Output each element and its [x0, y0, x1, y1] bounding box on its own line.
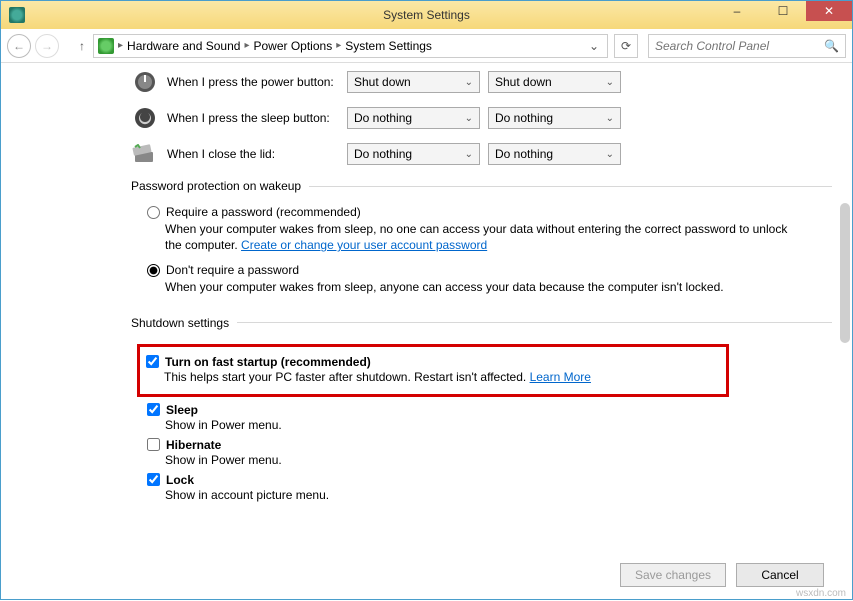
hibernate-option[interactable]: Hibernate	[147, 438, 832, 452]
chevron-down-icon: ⌄	[606, 149, 614, 160]
sleep-option[interactable]: Sleep	[147, 403, 832, 417]
maximize-button[interactable]: ☐	[760, 1, 806, 21]
navbar: ← → ↑ ▸ Hardware and Sound ▸ Power Optio…	[1, 29, 852, 63]
power-plugged-dropdown[interactable]: Shut down⌄	[488, 71, 621, 93]
control-panel-icon	[98, 38, 114, 54]
close-button[interactable]: ✕	[806, 1, 852, 21]
lock-checkbox[interactable]	[147, 473, 160, 486]
dont-require-password-option[interactable]: Don't require a password	[147, 263, 832, 277]
hibernate-desc: Show in Power menu.	[165, 453, 832, 467]
refresh-button[interactable]: ⟳	[614, 34, 638, 58]
lock-label: Lock	[166, 473, 194, 487]
power-icon	[131, 71, 159, 93]
hibernate-label: Hibernate	[166, 438, 221, 452]
learn-more-link[interactable]: Learn More	[530, 370, 591, 384]
app-icon	[9, 7, 25, 23]
scrollbar-thumb[interactable]	[840, 203, 850, 343]
fast-startup-label: Turn on fast startup (recommended)	[165, 355, 371, 369]
require-password-label: Require a password (recommended)	[166, 205, 361, 219]
search-input[interactable]	[655, 39, 824, 53]
chevron-down-icon: ⌄	[465, 149, 473, 160]
password-protection-legend: Password protection on wakeup	[131, 179, 309, 193]
breadcrumb[interactable]: ▸ Hardware and Sound ▸ Power Options ▸ S…	[93, 34, 608, 58]
change-password-link[interactable]: Create or change your user account passw…	[241, 238, 487, 252]
lid-icon	[131, 143, 159, 165]
require-password-desc: When your computer wakes from sleep, no …	[165, 221, 805, 253]
cancel-button[interactable]: Cancel	[736, 563, 824, 587]
power-button-row: When I press the power button: Shut down…	[131, 71, 832, 93]
shutdown-settings-group: Shutdown settings Turn on fast startup (…	[131, 316, 832, 508]
chevron-down-icon: ⌄	[465, 77, 473, 88]
search-icon: 🔍	[824, 39, 839, 53]
lid-label: When I close the lid:	[167, 147, 347, 161]
power-button-label: When I press the power button:	[167, 75, 347, 89]
chevron-down-icon: ⌄	[606, 113, 614, 124]
hibernate-checkbox[interactable]	[147, 438, 160, 451]
minimize-button[interactable]: –	[714, 1, 760, 21]
search-box[interactable]: 🔍	[648, 34, 846, 58]
breadcrumb-item[interactable]: Power Options	[253, 39, 332, 53]
chevron-down-icon: ⌄	[606, 77, 614, 88]
breadcrumb-item[interactable]: System Settings	[345, 39, 432, 53]
lid-battery-dropdown[interactable]: Do nothing⌄	[347, 143, 480, 165]
sleep-icon	[131, 107, 159, 129]
back-button[interactable]: ←	[7, 34, 31, 58]
action-buttons: Save changes Cancel	[620, 563, 824, 587]
watermark: wsxdn.com	[796, 588, 846, 599]
chevron-right-icon: ▸	[336, 40, 341, 51]
titlebar: System Settings – ☐ ✕	[1, 1, 852, 29]
sleep-desc: Show in Power menu.	[165, 418, 832, 432]
lid-row: When I close the lid: Do nothing⌄ Do not…	[131, 143, 832, 165]
window-controls: – ☐ ✕	[714, 1, 852, 21]
dont-require-password-desc: When your computer wakes from sleep, any…	[165, 279, 805, 295]
sleep-battery-dropdown[interactable]: Do nothing⌄	[347, 107, 480, 129]
window-title: System Settings	[383, 8, 470, 22]
password-protection-group: Password protection on wakeup Require a …	[131, 179, 832, 306]
lock-desc: Show in account picture menu.	[165, 488, 832, 502]
sleep-plugged-dropdown[interactable]: Do nothing⌄	[488, 107, 621, 129]
chevron-down-icon: ⌄	[465, 113, 473, 124]
forward-button[interactable]: →	[35, 34, 59, 58]
lid-plugged-dropdown[interactable]: Do nothing⌄	[488, 143, 621, 165]
chevron-right-icon: ▸	[244, 40, 249, 51]
fast-startup-highlight: Turn on fast startup (recommended) This …	[137, 344, 729, 397]
content-area: When I press the power button: Shut down…	[1, 63, 852, 601]
breadcrumb-dropdown[interactable]: ⌄	[585, 39, 603, 53]
dont-require-password-radio[interactable]	[147, 264, 160, 277]
save-changes-button[interactable]: Save changes	[620, 563, 726, 587]
fast-startup-option[interactable]: Turn on fast startup (recommended)	[146, 355, 720, 369]
fast-startup-checkbox[interactable]	[146, 355, 159, 368]
sleep-label: Sleep	[166, 403, 198, 417]
require-password-option[interactable]: Require a password (recommended)	[147, 205, 832, 219]
power-battery-dropdown[interactable]: Shut down⌄	[347, 71, 480, 93]
require-password-radio[interactable]	[147, 206, 160, 219]
shutdown-settings-legend: Shutdown settings	[131, 316, 237, 330]
sleep-button-label: When I press the sleep button:	[167, 111, 347, 125]
breadcrumb-item[interactable]: Hardware and Sound	[127, 39, 240, 53]
dont-require-password-label: Don't require a password	[166, 263, 299, 277]
sleep-button-row: When I press the sleep button: Do nothin…	[131, 107, 832, 129]
lock-option[interactable]: Lock	[147, 473, 832, 487]
up-button[interactable]: ↑	[75, 39, 89, 53]
sleep-checkbox[interactable]	[147, 403, 160, 416]
chevron-right-icon: ▸	[118, 40, 123, 51]
fast-startup-desc: This helps start your PC faster after sh…	[164, 370, 720, 384]
